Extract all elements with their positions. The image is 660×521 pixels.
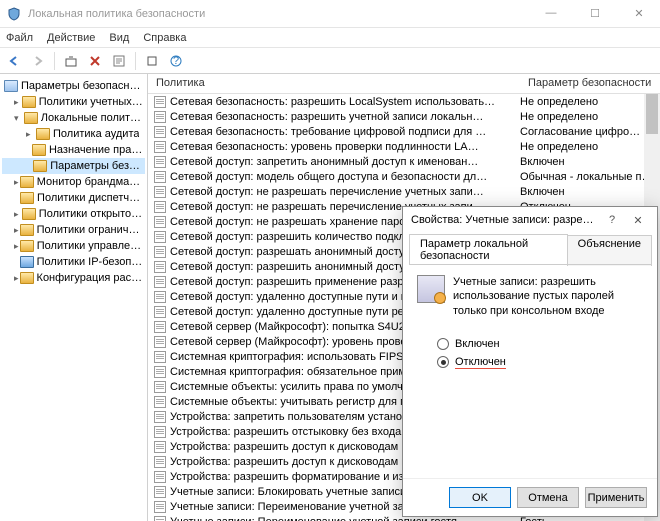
policy-item-icon xyxy=(154,306,166,318)
policy-item-icon xyxy=(154,486,166,498)
window-title: Локальная политика безопасности xyxy=(28,8,536,20)
dialog-close-button[interactable]: ✕ xyxy=(627,214,649,227)
tree-item[interactable]: ▸Монитор брандмауэра Защитника W xyxy=(2,174,145,190)
titlebar: Локальная политика безопасности — ☐ ✕ xyxy=(0,0,660,28)
policy-item-icon xyxy=(154,351,166,363)
close-button[interactable]: ✕ xyxy=(624,7,654,20)
policy-item-icon xyxy=(154,126,166,138)
menubar: Файл Действие Вид Справка xyxy=(0,28,660,48)
tree-item[interactable]: ▸Конфигурация расширенной полити… xyxy=(2,270,145,286)
menu-action[interactable]: Действие xyxy=(47,32,95,44)
policy-item-icon xyxy=(154,366,166,378)
policy-row[interactable]: Сетевая безопасность: уровень проверки п… xyxy=(148,139,660,154)
tree-item[interactable]: ▸Политика аудита xyxy=(2,126,145,142)
policy-description: Учетные записи: разрешить использование … xyxy=(453,275,643,318)
tab-local-setting[interactable]: Параметр локальной безопасности xyxy=(409,234,568,265)
radio-disabled[interactable]: Отключен xyxy=(437,356,643,369)
policy-item-icon xyxy=(154,321,166,333)
policy-item-icon xyxy=(154,171,166,183)
menu-file[interactable]: Файл xyxy=(6,32,33,44)
policy-item-icon xyxy=(154,246,166,258)
policy-row[interactable]: Сетевая безопасность: разрешить LocalSys… xyxy=(148,94,660,109)
policy-item-icon xyxy=(154,456,166,468)
policy-item-icon xyxy=(154,291,166,303)
policy-item-icon xyxy=(154,186,166,198)
dialog-title: Свойства: Учетные записи: разрешить испо… xyxy=(411,214,601,226)
policy-row[interactable]: Сетевая безопасность: разрешить учетной … xyxy=(148,109,660,124)
policy-item-icon xyxy=(154,336,166,348)
tree-item[interactable]: Политики диспетчера списка сетей xyxy=(2,190,145,206)
radio-dot-icon xyxy=(437,338,449,350)
policy-item-icon xyxy=(154,261,166,273)
policy-row[interactable]: Сетевой доступ: запретить анонимный дост… xyxy=(148,154,660,169)
policy-item-icon xyxy=(154,156,166,168)
up-button[interactable] xyxy=(61,51,81,71)
policy-item-icon xyxy=(154,381,166,393)
menu-view[interactable]: Вид xyxy=(109,32,129,44)
properties-dialog: Свойства: Учетные записи: разрешить испо… xyxy=(402,206,658,517)
column-value[interactable]: Параметр безопасности xyxy=(520,74,660,93)
nav-tree[interactable]: Параметры безопасности ▸Политики учетных… xyxy=(0,74,148,521)
radio-dot-icon xyxy=(437,356,449,368)
menu-help[interactable]: Справка xyxy=(143,32,186,44)
tree-item[interactable]: Параметры безопасности xyxy=(2,158,145,174)
policy-item-icon xyxy=(154,231,166,243)
svg-text:?: ? xyxy=(173,55,179,67)
tree-item[interactable]: ▸Политики открытого ключа xyxy=(2,206,145,222)
policy-item-icon xyxy=(154,441,166,453)
tree-root[interactable]: Параметры безопасности xyxy=(2,78,145,94)
policy-item-icon xyxy=(154,96,166,108)
policy-item-icon xyxy=(154,426,166,438)
tree-item[interactable]: Назначение прав пользователя xyxy=(2,142,145,158)
policy-item-icon xyxy=(154,396,166,408)
tree-item[interactable]: ▸Политики управления приложения… xyxy=(2,238,145,254)
policy-item-icon xyxy=(154,111,166,123)
policy-item-icon xyxy=(154,276,166,288)
back-button[interactable] xyxy=(4,51,24,71)
minimize-button[interactable]: — xyxy=(536,7,566,20)
policy-item-icon xyxy=(154,501,166,513)
app-icon xyxy=(6,6,22,22)
tree-item[interactable]: ▸Политики учетных записей xyxy=(2,94,145,110)
policy-item-icon xyxy=(154,141,166,153)
policy-icon xyxy=(417,275,445,303)
tree-item[interactable]: ▸Политики ограниченного использов… xyxy=(2,222,145,238)
column-policy[interactable]: Политика xyxy=(148,74,520,93)
forward-button[interactable] xyxy=(28,51,48,71)
properties-button[interactable] xyxy=(109,51,129,71)
policy-item-icon xyxy=(154,216,166,228)
refresh-button[interactable] xyxy=(142,51,162,71)
policy-row[interactable]: Сетевая безопасность: требование цифрово… xyxy=(148,124,660,139)
toolbar: ? xyxy=(0,48,660,74)
ok-button[interactable]: OK xyxy=(449,487,511,508)
delete-button[interactable] xyxy=(85,51,105,71)
policy-item-icon xyxy=(154,471,166,483)
policy-item-icon xyxy=(154,411,166,423)
apply-button[interactable]: Применить xyxy=(585,487,647,508)
maximize-button[interactable]: ☐ xyxy=(580,7,610,20)
tree-item[interactable]: Политики IP-безопасности на "Лока… xyxy=(2,254,145,270)
help-button[interactable]: ? xyxy=(166,51,186,71)
dialog-help-button[interactable]: ? xyxy=(601,214,623,227)
tab-explanation[interactable]: Объяснение xyxy=(567,235,652,266)
policy-row[interactable]: Сетевой доступ: не разрешать перечислени… xyxy=(148,184,660,199)
policy-item-icon xyxy=(154,516,166,521)
policy-row[interactable]: Сетевой доступ: модель общего доступа и … xyxy=(148,169,660,184)
radio-enabled[interactable]: Включен xyxy=(437,338,643,350)
tree-item[interactable]: ▾Локальные политики xyxy=(2,110,145,126)
cancel-button[interactable]: Отмена xyxy=(517,487,579,508)
policy-item-icon xyxy=(154,201,166,213)
